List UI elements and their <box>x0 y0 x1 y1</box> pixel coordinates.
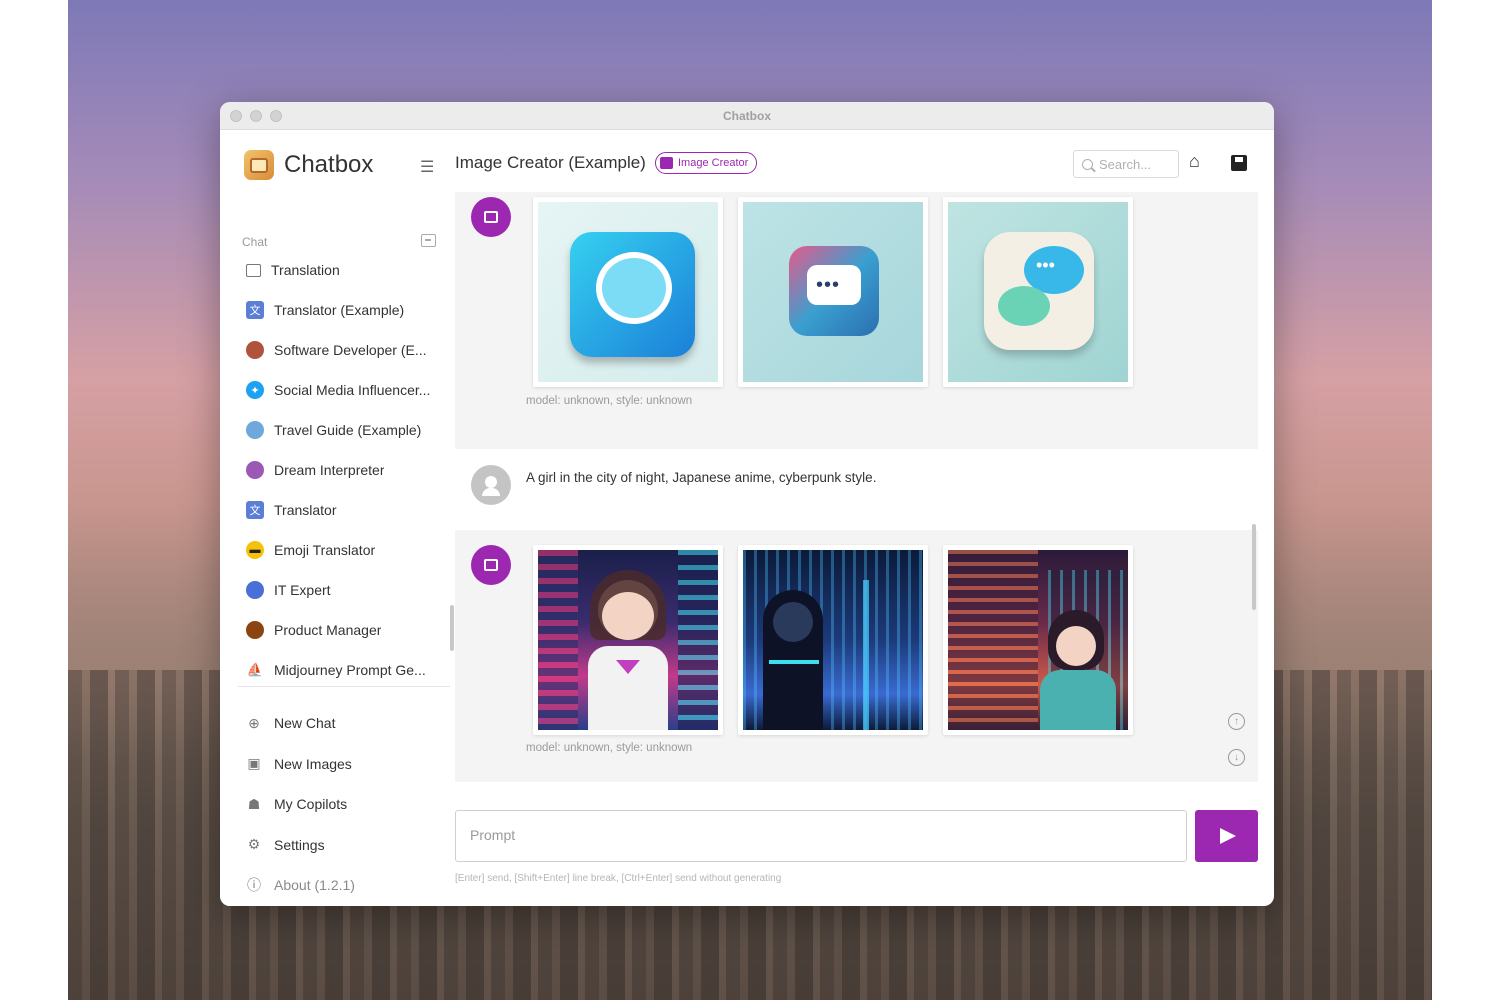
it-expert-icon <box>246 581 264 599</box>
globe-icon <box>246 421 264 439</box>
sidebar-item-translator[interactable]: 文 Translator <box>238 490 452 530</box>
title-bar: Chatbox <box>220 102 1274 130</box>
brand: Chatbox <box>244 150 373 180</box>
chatbox-logo-icon <box>244 150 274 180</box>
sidebar: Chatbox ☰ Chat Translation 文 Translator … <box>220 130 454 906</box>
info-icon: ⓘ <box>247 877 261 894</box>
sidebar-nav: ⊕ New Chat ▣ New Images ☗ My Copilots ⚙ … <box>238 703 452 906</box>
scroll-down-icon[interactable]: ↓ <box>1228 749 1245 766</box>
main-scrollbar[interactable] <box>1252 524 1256 610</box>
sidebar-item-emoji-translator[interactable]: ▬ Emoji Translator <box>238 530 452 570</box>
new-chat-button[interactable]: ⊕ New Chat <box>238 703 452 744</box>
send-button[interactable] <box>1195 810 1258 862</box>
chat-section-label: Chat <box>242 235 268 249</box>
conversation-title[interactable]: Image Creator (Example) <box>455 153 646 173</box>
assistant-message: model: unknown, style: unknown ↑ ↓ <box>455 530 1258 782</box>
chat-bubble-icon <box>246 263 261 277</box>
sidebar-divider <box>238 686 450 687</box>
send-icon <box>1220 828 1236 844</box>
sidebar-item-translation[interactable]: Translation <box>238 250 452 290</box>
image-caption: model: unknown, style: unknown <box>526 395 693 407</box>
gear-icon: ⚙ <box>247 836 261 853</box>
collapse-sidebar-icon[interactable]: ☰ <box>420 157 434 177</box>
clean-broom-icon[interactable]: ⌂ <box>1189 151 1200 172</box>
generated-image[interactable]: ••• <box>943 197 1133 387</box>
generated-image[interactable]: ••• <box>738 197 928 387</box>
main-panel: Image Creator (Example) Image Creator Se… <box>455 130 1274 906</box>
app-window: Chatbox Chatbox ☰ Chat Translation 文 Tra… <box>220 102 1274 906</box>
generated-image[interactable] <box>533 545 723 735</box>
user-message-text: A girl in the city of night, Japanese an… <box>526 470 877 485</box>
robot-icon: ☗ <box>247 795 261 812</box>
crystal-ball-icon <box>246 461 264 479</box>
sunglasses-emoji-icon: ▬ <box>246 541 264 559</box>
sidebar-item-midjourney-prompt[interactable]: ⛵ Midjourney Prompt Ge... <box>238 650 452 690</box>
new-images-button[interactable]: ▣ New Images <box>238 744 452 785</box>
sidebar-item-social-media-influencer[interactable]: ✦ Social Media Influencer... <box>238 370 452 410</box>
image-creator-avatar <box>471 545 511 585</box>
sidebar-item-product-manager[interactable]: Product Manager <box>238 610 452 650</box>
generated-image[interactable] <box>738 545 928 735</box>
twitter-bird-icon: ✦ <box>246 381 264 399</box>
sidebar-item-travel-guide[interactable]: Travel Guide (Example) <box>238 410 452 450</box>
my-copilots-button[interactable]: ☗ My Copilots <box>238 784 452 825</box>
user-avatar-icon <box>471 465 511 505</box>
translator-icon: 文 <box>246 301 264 319</box>
window-title: Chatbox <box>723 109 771 123</box>
search-icon <box>1082 158 1093 170</box>
sidebar-scrollbar[interactable] <box>450 605 454 651</box>
prompt-input[interactable]: Prompt <box>455 810 1187 862</box>
sidebar-item-translator-example[interactable]: 文 Translator (Example) <box>238 290 452 330</box>
generated-image[interactable] <box>943 545 1133 735</box>
about-button[interactable]: ⓘ About (1.2.1) <box>238 865 452 906</box>
settings-button[interactable]: ⚙ Settings <box>238 825 452 866</box>
developer-avatar-icon <box>246 341 264 359</box>
app-name: Chatbox <box>284 151 374 178</box>
message-list: ••• ••• model: unknown, style: unknown A… <box>455 192 1258 810</box>
generated-image[interactable] <box>533 197 723 387</box>
manager-avatar-icon <box>246 621 264 639</box>
midjourney-sail-icon: ⛵ <box>246 662 264 677</box>
search-input[interactable]: Search... <box>1073 150 1179 178</box>
image-icon <box>660 157 673 169</box>
image-caption: model: unknown, style: unknown <box>526 742 693 754</box>
image-creator-avatar <box>471 197 511 237</box>
plus-circle-icon: ⊕ <box>248 714 260 731</box>
archive-icon[interactable] <box>421 234 436 247</box>
chat-list: Translation 文 Translator (Example) Softw… <box>238 250 452 690</box>
translator-icon: 文 <box>246 501 264 519</box>
sidebar-item-it-expert[interactable]: IT Expert <box>238 570 452 610</box>
image-add-icon: ▣ <box>247 755 261 772</box>
user-message: A girl in the city of night, Japanese an… <box>455 449 1258 530</box>
sidebar-item-dream-interpreter[interactable]: Dream Interpreter <box>238 450 452 490</box>
image-creator-badge: Image Creator <box>655 152 758 174</box>
scroll-up-icon[interactable]: ↑ <box>1228 713 1245 730</box>
save-icon[interactable] <box>1231 155 1247 171</box>
assistant-message: ••• ••• model: unknown, style: unknown <box>455 192 1258 449</box>
sidebar-item-software-developer[interactable]: Software Developer (E... <box>238 330 452 370</box>
keyboard-hint: [Enter] send, [Shift+Enter] line break, … <box>455 873 782 884</box>
